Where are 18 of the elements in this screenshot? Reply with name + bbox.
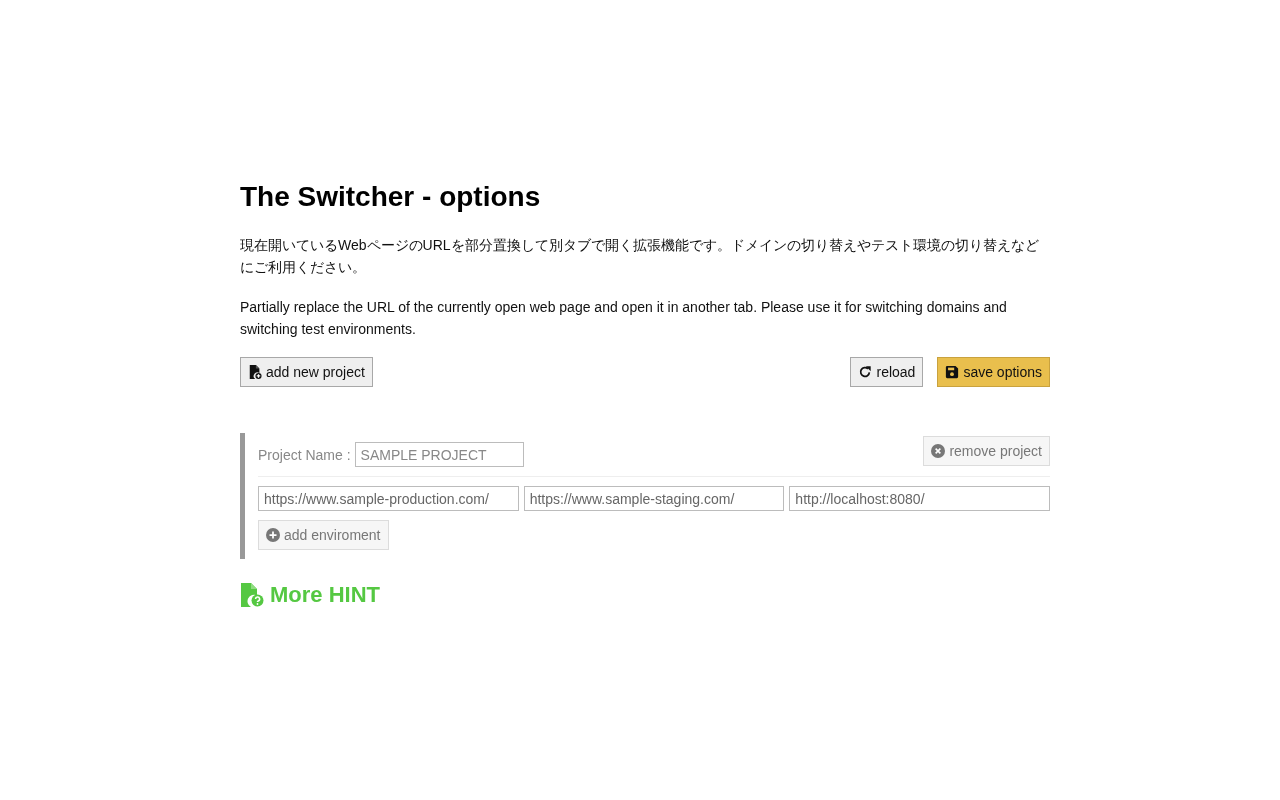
add-project-button[interactable]: add new project bbox=[240, 357, 373, 387]
environment-url-input[interactable]: https://www.sample-staging.com/ bbox=[523, 486, 785, 511]
plus-circle-icon bbox=[266, 528, 280, 542]
reload-button[interactable]: reload bbox=[850, 357, 924, 387]
project-name-input[interactable]: SAMPLE PROJECT bbox=[354, 442, 524, 467]
file-plus-icon bbox=[248, 365, 262, 379]
environment-url-input[interactable]: http://localhost:8080/ bbox=[789, 486, 1050, 511]
reload-icon bbox=[858, 365, 873, 379]
add-environment-button[interactable]: add enviroment bbox=[258, 520, 389, 550]
page-title: The Switcher - options bbox=[240, 180, 542, 214]
close-circle-icon bbox=[931, 444, 946, 458]
remove-project-button[interactable]: remove project bbox=[923, 436, 1050, 466]
save-options-button[interactable]: save options bbox=[937, 357, 1050, 387]
description-english: Partially replace the URL of the currently open web page and open it in another tab. Please use it for switching domains and switching test environments. bbox=[240, 298, 1008, 339]
project-name-label: Project Name : bbox=[258, 446, 351, 463]
file-question-icon bbox=[240, 583, 264, 607]
environment-url-input[interactable]: https://www.sample-production.com/ bbox=[258, 486, 519, 511]
description-japanese: 現在開いているWebページのURLを部分置換して別タブで開く拡張機能です。ドメインの切り替えやテスト環境の切り替えなどにご利用ください。 bbox=[240, 236, 1040, 277]
